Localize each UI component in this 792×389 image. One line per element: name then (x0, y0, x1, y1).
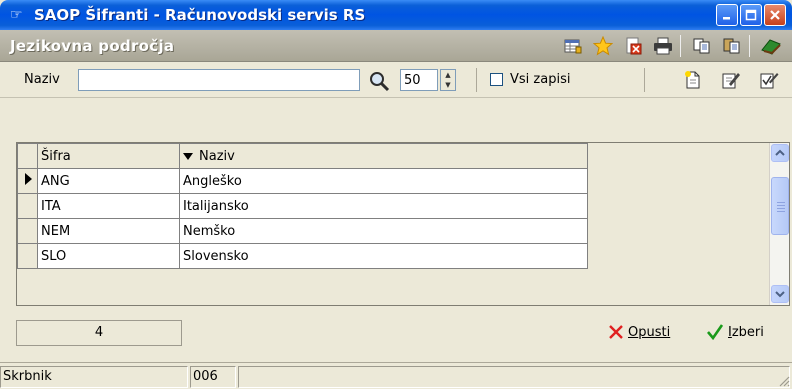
minimize-icon (723, 17, 730, 20)
maximize-button[interactable] (740, 4, 762, 26)
toolbar-separator (680, 35, 681, 57)
grip-line (777, 211, 785, 212)
grip-line (777, 205, 785, 206)
spin-up-icon[interactable]: ▲ (441, 70, 455, 80)
row-indicator (17, 243, 38, 269)
app-pointer-icon: ☞ (10, 7, 23, 23)
filter-separator (476, 68, 477, 92)
header-row: Šifra Naziv (17, 143, 588, 169)
cell-naziv[interactable]: Nemško (179, 218, 588, 244)
record-count: 4 (16, 320, 182, 346)
checkmark-icon (707, 324, 724, 340)
record-actions (668, 68, 782, 92)
cancel-label-rest: pusti (638, 324, 671, 340)
filter-bar: Naziv ▲ ▼ Vsi zapisi (0, 62, 792, 98)
column-header-sifra[interactable]: Šifra (37, 143, 180, 169)
paste-icon[interactable] (719, 34, 745, 58)
favorite-star-icon[interactable] (590, 34, 616, 58)
status-bar: Skrbnik 006 (0, 362, 792, 389)
close-button[interactable] (764, 4, 786, 26)
row-indicator-header (17, 143, 38, 169)
maximize-icon (745, 9, 757, 21)
scroll-down-button[interactable] (771, 285, 789, 303)
grid-settings-icon[interactable] (560, 34, 586, 58)
column-header-naziv[interactable]: Naziv (179, 143, 588, 169)
row-indicator (17, 193, 38, 219)
status-message (238, 366, 790, 388)
cancel-label: Opusti (628, 325, 670, 340)
chevron-up-icon (775, 149, 785, 156)
toolbar-separator (749, 35, 750, 57)
scroll-up-button[interactable] (771, 144, 789, 162)
new-document-icon[interactable] (680, 68, 706, 92)
table-row[interactable]: SLO Slovensko (17, 243, 588, 269)
table-row[interactable]: ANG Angleško (17, 168, 588, 194)
chevron-down-icon (775, 291, 785, 298)
record-limit-input[interactable] (400, 69, 438, 91)
cancel-button[interactable]: Opusti (608, 324, 670, 340)
window-controls (716, 4, 786, 26)
search-button[interactable] (368, 70, 390, 92)
grip-line (777, 208, 785, 209)
section-toolbar (556, 34, 784, 58)
vertical-scrollbar[interactable] (769, 143, 789, 305)
column-header-label: Šifra (41, 148, 71, 164)
minimize-button[interactable] (716, 4, 738, 26)
dialog-footer: 4 Opusti Izberi (0, 306, 792, 362)
sort-descending-icon (183, 152, 193, 160)
current-row-icon (25, 173, 32, 185)
status-code: 006 (190, 366, 236, 388)
column-header-label: Naziv (199, 148, 235, 164)
select-label: Izberi (728, 325, 764, 340)
all-records-label: Vsi zapisi (510, 72, 571, 87)
filter-input[interactable] (78, 69, 360, 91)
print-icon[interactable] (650, 34, 676, 58)
data-grid[interactable]: Šifra Naziv ANG Angleško ITA Italijansko… (16, 142, 790, 306)
section-header: Jezikovna področja (0, 30, 792, 62)
action-separator (644, 68, 645, 92)
resize-grip-icon[interactable] (778, 375, 790, 387)
filter-label: Naziv (24, 72, 60, 87)
exit-icon[interactable] (758, 34, 784, 58)
cell-sifra[interactable]: ITA (37, 193, 180, 219)
scroll-thumb[interactable] (771, 177, 789, 235)
cell-sifra[interactable]: NEM (37, 218, 180, 244)
search-icon (370, 72, 390, 92)
row-indicator (17, 168, 38, 194)
data-table: Šifra Naziv ANG Angleško ITA Italijansko… (17, 143, 588, 269)
section-title: Jezikovna področja (10, 36, 175, 55)
edit-icon[interactable] (718, 68, 744, 92)
close-icon (770, 10, 780, 20)
record-limit-spinner[interactable]: ▲ ▼ (440, 69, 456, 91)
cancel-accel: O (628, 324, 639, 340)
select-button[interactable]: Izberi (706, 324, 764, 340)
title-bar[interactable]: ☞ SAOP Šifranti - Računovodski servis RS (0, 0, 792, 30)
close-doc-icon[interactable] (620, 34, 646, 58)
grip-line (777, 202, 785, 203)
edit-check-icon[interactable] (756, 68, 782, 92)
cell-sifra[interactable]: ANG (37, 168, 180, 194)
copy-icon[interactable] (689, 34, 715, 58)
spin-down-icon[interactable]: ▼ (441, 80, 455, 90)
cell-naziv[interactable]: Slovensko (179, 243, 588, 269)
table-row[interactable]: NEM Nemško (17, 218, 588, 244)
row-indicator (17, 218, 38, 244)
all-records-checkbox[interactable] (490, 73, 503, 86)
select-label-rest: zberi (731, 324, 764, 340)
cell-sifra[interactable]: SLO (37, 243, 180, 269)
cell-naziv[interactable]: Angleško (179, 168, 588, 194)
window-title: SAOP Šifranti - Računovodski servis RS (34, 6, 366, 24)
status-user: Skrbnik (0, 366, 188, 388)
cancel-x-icon (609, 325, 623, 339)
cell-naziv[interactable]: Italijansko (179, 193, 588, 219)
table-row[interactable]: ITA Italijansko (17, 193, 588, 219)
